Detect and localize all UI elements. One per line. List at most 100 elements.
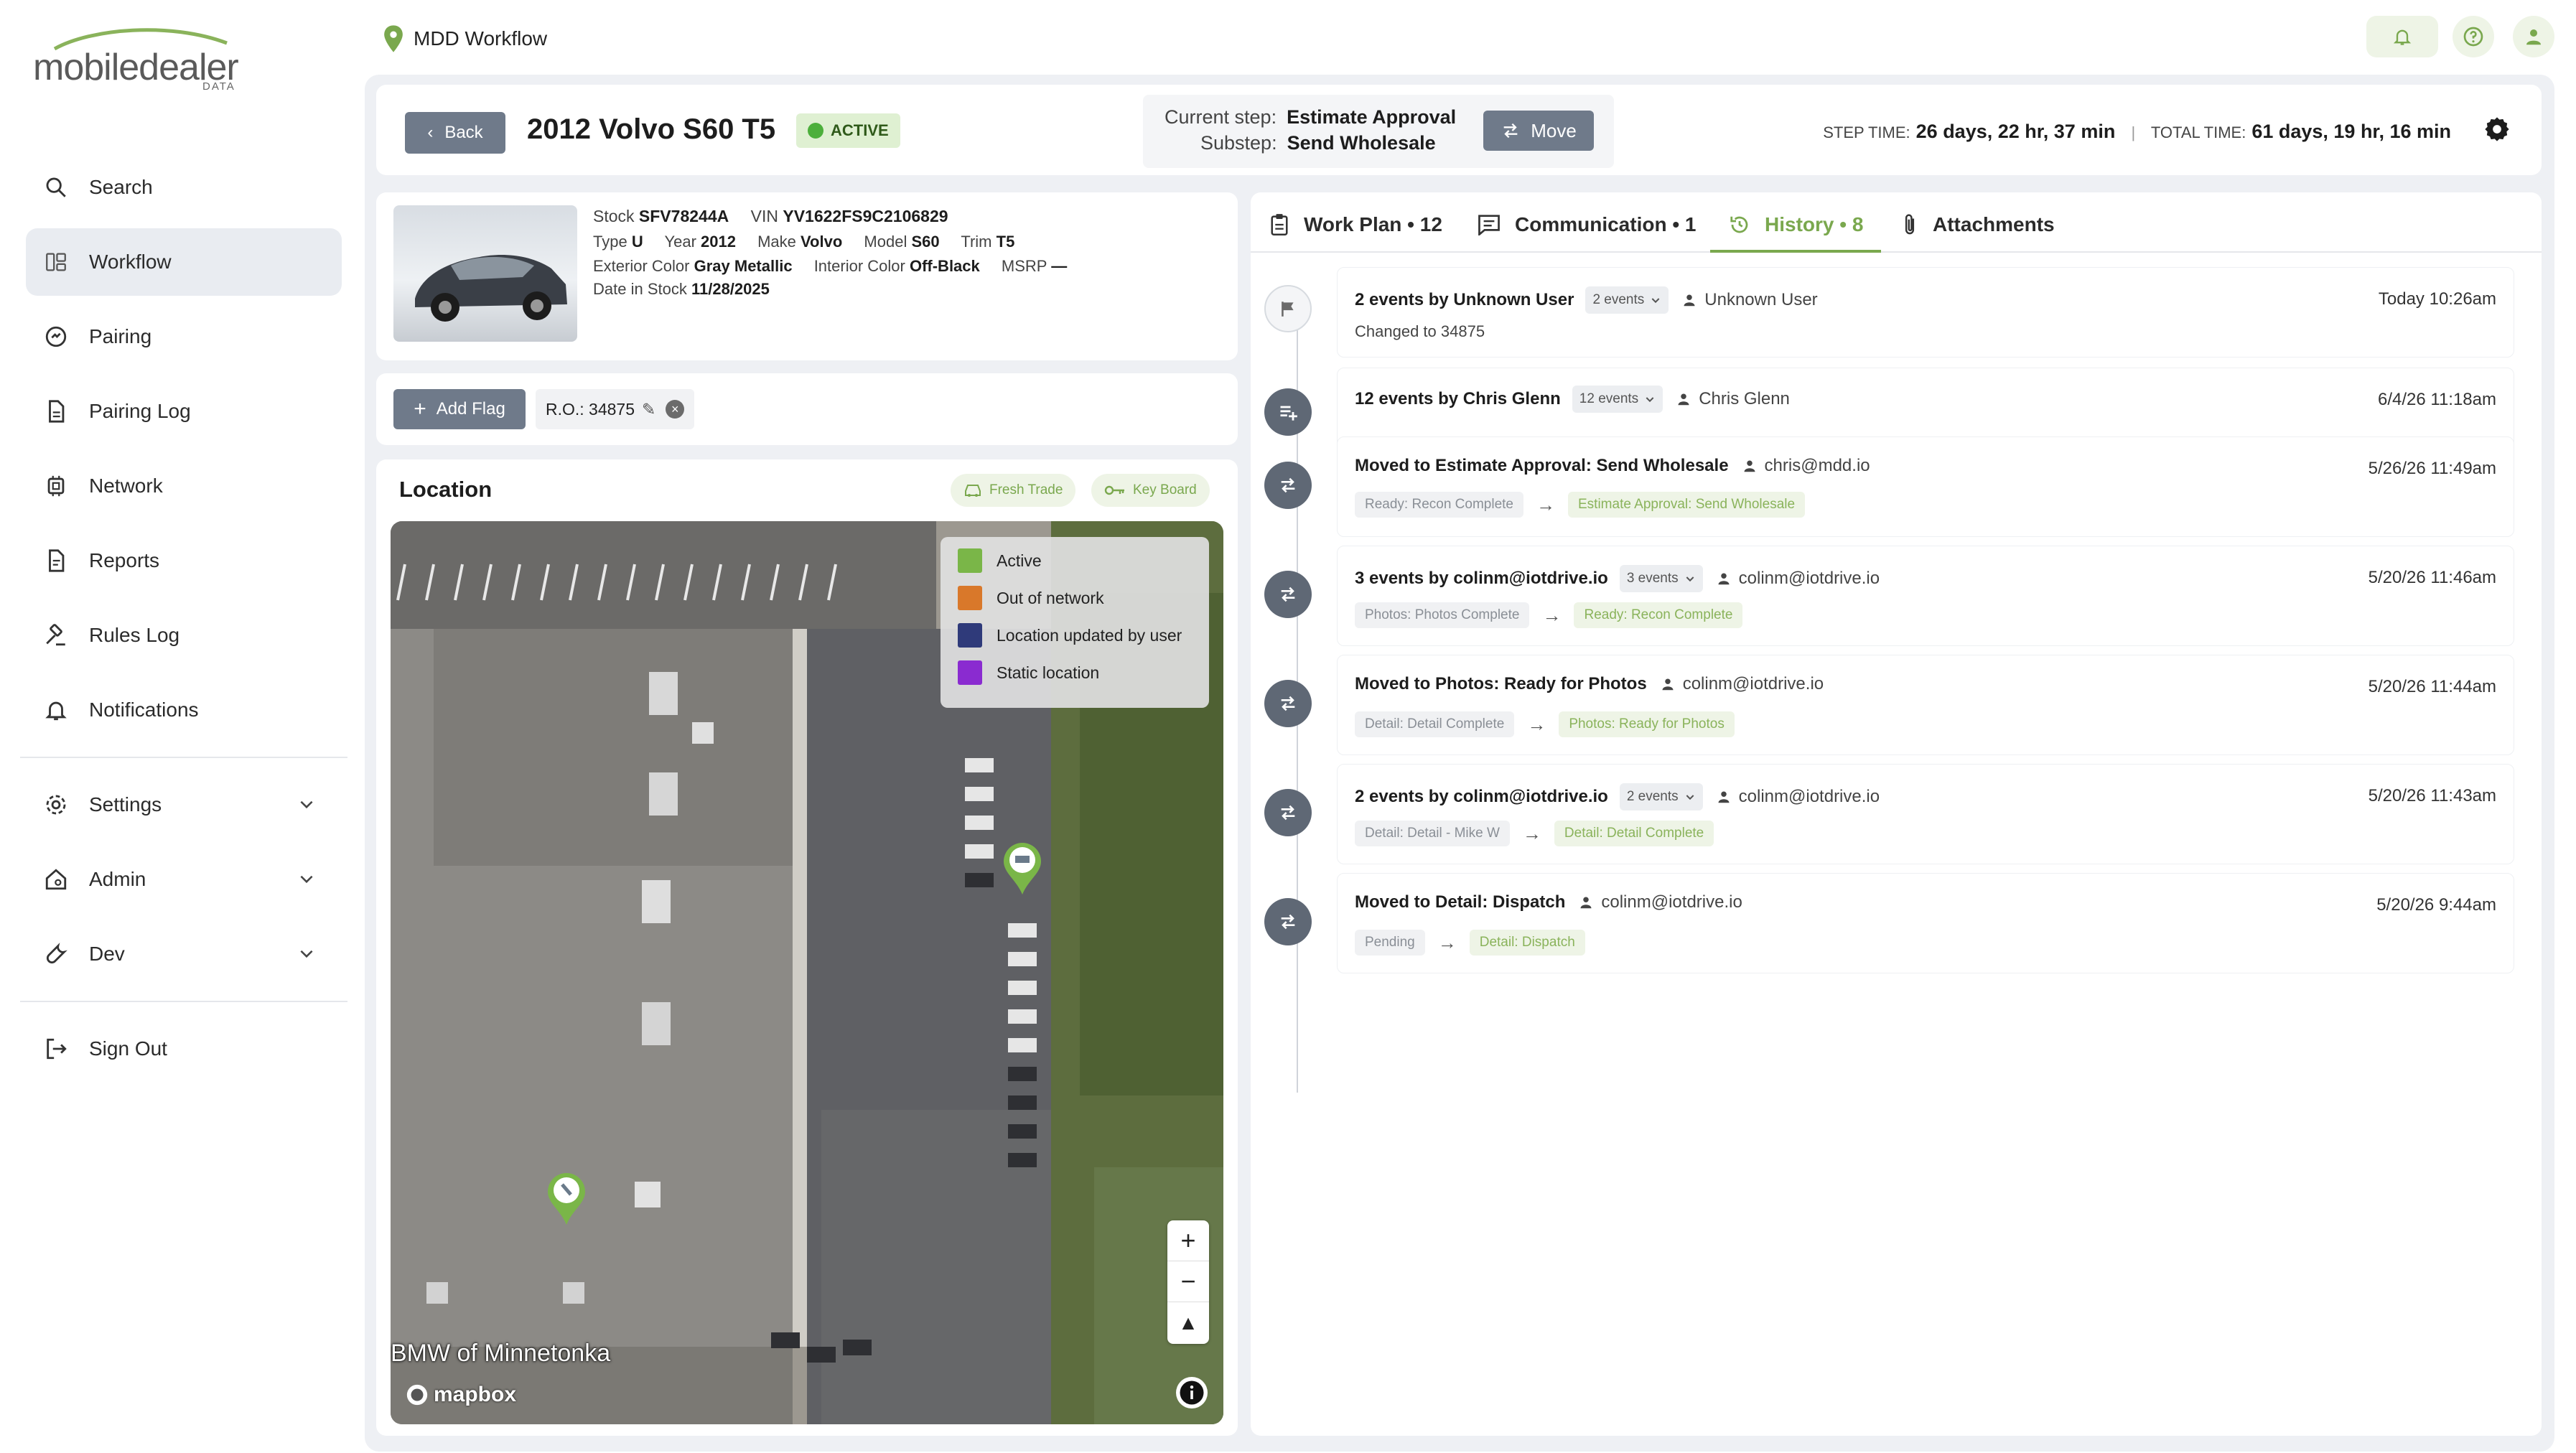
date-in-stock-value: 11/28/2025 [691, 280, 770, 298]
current-step-label: Current step: [1165, 106, 1277, 128]
sidebar-item-workflow[interactable]: Workflow [26, 228, 342, 296]
arrow-right-icon: → [1527, 713, 1546, 735]
history-event[interactable]: Moved to Estimate Approval: Send Wholesa… [1264, 436, 2514, 537]
sidebar-item-dev[interactable]: Dev [26, 920, 342, 988]
make-value: Volvo [801, 233, 843, 251]
status-transition: Detail: Detail - Mike W → Detail: Detail… [1355, 821, 1714, 846]
person-icon [1718, 791, 1730, 803]
pencil-icon[interactable]: ✎ [642, 400, 655, 419]
sidebar-item-reports[interactable]: Reports [26, 527, 342, 594]
event-title: 2 events by Unknown User 2 events Unknow… [1355, 286, 1818, 314]
to-status: Ready: Recon Complete [1574, 602, 1743, 628]
history-event[interactable]: 2 events by colinm@iotdrive.io 2 events … [1264, 764, 2514, 864]
event-title: Moved to Photos: Ready for Photos colinm… [1355, 674, 1824, 694]
pairing-icon [43, 324, 69, 350]
person-icon [1662, 678, 1674, 691]
sign-out-button[interactable]: Sign Out [26, 1015, 342, 1083]
back-label: Back [444, 123, 483, 142]
event-count-dropdown[interactable]: 3 events [1619, 565, 1703, 592]
move-button[interactable]: Move [1483, 111, 1594, 151]
arrow-right-icon: → [1542, 604, 1562, 626]
event-user-name: colinm@iotdrive.io [1601, 892, 1742, 912]
event-count-dropdown[interactable]: 12 events [1572, 386, 1663, 413]
swap-icon [1264, 680, 1312, 727]
chat-icon [1478, 215, 1500, 235]
sidebar-item-label: Rules Log [89, 624, 180, 646]
tab-attachments[interactable]: Attachments [1901, 210, 2055, 240]
map-legend: Active Out of network Location updated b… [941, 537, 1209, 708]
tab-history[interactable]: History • 8 [1729, 210, 1863, 240]
tab-work-plan[interactable]: Work Plan • 12 [1269, 210, 1442, 240]
active-tab-indicator [1710, 250, 1881, 253]
event-user-name: Chris Glenn [1699, 389, 1790, 408]
person-icon [2526, 29, 2541, 45]
list-add-icon [1264, 388, 1312, 436]
key-board-chip[interactable]: Key Board [1091, 474, 1210, 507]
sidebar-item-pairing-log[interactable]: Pairing Log [26, 378, 342, 445]
event-title-text: 12 events by Chris Glenn [1355, 389, 1561, 408]
back-button[interactable]: ‹ Back [405, 112, 505, 154]
current-step-value: Estimate Approval [1287, 106, 1457, 128]
vehicle-photo[interactable] [393, 205, 577, 342]
mapbox-attribution[interactable]: mapbox [405, 1383, 516, 1407]
event-user-name: chris@mdd.io [1764, 456, 1870, 475]
location-pin-icon [384, 25, 403, 52]
arrow-right-icon: → [1522, 822, 1541, 844]
sidebar-item-label: Workflow [89, 251, 172, 273]
add-flag-button[interactable]: + Add Flag [393, 389, 526, 429]
event-title: Moved to Estimate Approval: Send Wholesa… [1355, 456, 1870, 476]
status-transition: Pending → Detail: Dispatch [1355, 930, 1585, 956]
to-status: Detail: Dispatch [1469, 930, 1585, 956]
vehicle-title: 2012 Volvo S60 T5 [527, 113, 776, 145]
sign-out-label: Sign Out [89, 1037, 167, 1060]
help-button[interactable] [2453, 16, 2494, 57]
search-icon [43, 174, 69, 200]
map-info-button[interactable] [1176, 1377, 1208, 1408]
sidebar-item-pairing[interactable]: Pairing [26, 303, 342, 370]
clipboard-icon [1271, 214, 1288, 235]
event-user-name: colinm@iotdrive.io [1738, 787, 1880, 806]
history-event[interactable]: 2 events by Unknown User 2 events Unknow… [1264, 267, 2514, 358]
notifications-button[interactable] [2366, 16, 2438, 57]
zoom-out-button[interactable]: − [1167, 1261, 1209, 1302]
zoom-in-button[interactable]: + [1167, 1220, 1209, 1261]
event-title-text: 2 events by Unknown User [1355, 290, 1574, 309]
gear-icon [2485, 117, 2509, 141]
move-label: Move [1531, 119, 1577, 141]
legend-label: Out of network [997, 588, 1104, 607]
sidebar-item-admin[interactable]: Admin [26, 846, 342, 913]
event-title: 2 events by colinm@iotdrive.io 2 events … [1355, 783, 1880, 810]
detail-panel: Work Plan • 12 Communication • 1 History… [1251, 192, 2542, 1436]
location-title: Location [399, 477, 493, 502]
map[interactable]: Active Out of network Location updated b… [391, 521, 1223, 1424]
logo[interactable]: mobiledealer DATA [33, 24, 248, 96]
event-count-dropdown[interactable]: 2 events [1585, 286, 1669, 314]
settings-button[interactable] [2483, 115, 2511, 147]
sidebar-item-network[interactable]: Network [26, 452, 342, 520]
step-box: Current step: Estimate Approval Substep: S… [1143, 95, 1614, 168]
tab-communication[interactable]: Communication • 1 [1478, 210, 1697, 240]
chevron-down-icon [300, 950, 313, 958]
history-event[interactable]: Moved to Detail: Dispatch colinm@iotdriv… [1264, 873, 2514, 973]
model-label: Model [864, 233, 907, 251]
chevron-down-icon [300, 875, 313, 884]
event-user: Unknown User [1683, 290, 1818, 310]
fresh-trade-chip[interactable]: Fresh Trade [951, 474, 1076, 507]
interior-color-label: Interior Color [813, 257, 905, 275]
user-menu-button[interactable] [2513, 16, 2554, 57]
home-gear-icon [43, 866, 69, 892]
remove-icon[interactable]: × [666, 400, 685, 419]
trim-value: T5 [996, 233, 1015, 251]
sidebar-item-search[interactable]: Search [26, 154, 342, 221]
history-event[interactable]: Moved to Photos: Ready for Photos colinm… [1264, 655, 2514, 755]
compass-button[interactable]: ▲ [1167, 1302, 1209, 1343]
sidebar-item-rules-log[interactable]: Rules Log [26, 602, 342, 669]
sidebar-item-settings[interactable]: Settings [26, 771, 342, 838]
history-event[interactable]: 3 events by colinm@iotdrive.io 3 events … [1264, 546, 2514, 646]
event-title: Moved to Detail: Dispatch colinm@iotdriv… [1355, 892, 1742, 912]
ro-chip[interactable]: R.O.: 34875 ✎ × [536, 389, 695, 429]
event-time: 5/20/26 11:44am [2368, 677, 2496, 696]
sidebar-item-notifications[interactable]: Notifications [26, 676, 342, 744]
event-count-dropdown[interactable]: 2 events [1619, 783, 1703, 810]
time-summary: STEP TIME: 26 days, 22 hr, 37 min | TOTAL… [1823, 121, 2451, 143]
